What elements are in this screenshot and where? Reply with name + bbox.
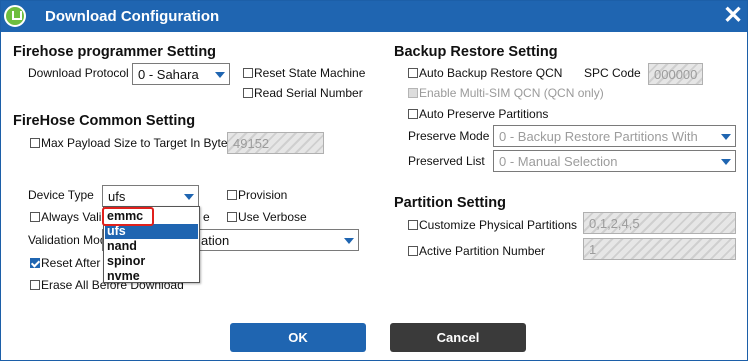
ok-button[interactable]: OK — [230, 323, 366, 352]
preserved-list-value: 0 - Manual Selection — [499, 154, 618, 169]
use-verbose-label: Use Verbose — [238, 210, 307, 224]
download-protocol-value: 0 - Sahara — [138, 67, 199, 82]
auto-preserve-partitions-checkbox[interactable]: Auto Preserve Partitions — [408, 107, 548, 121]
preserve-mode-select[interactable]: 0 - Backup Restore Partitions With — [493, 125, 736, 147]
checkbox-icon — [30, 138, 40, 148]
chevron-down-icon — [215, 72, 225, 78]
checkbox-icon — [408, 220, 418, 230]
active-partition-number-label: Active Partition Number — [419, 244, 546, 258]
device-type-option[interactable]: spinor — [105, 254, 198, 269]
checkbox-icon — [408, 88, 418, 98]
title-bar: Download Configuration ✕ — [1, 1, 747, 32]
chevron-down-icon — [184, 194, 194, 200]
customize-physical-partitions-checkbox[interactable]: Customize Physical Partitions — [408, 218, 577, 232]
active-partition-number-input[interactable]: 1 — [583, 238, 736, 260]
enable-multi-sim-checkbox[interactable]: Enable Multi-SIM QCN (QCN only) — [408, 86, 604, 100]
checkbox-icon — [243, 68, 253, 78]
download-arrow-icon — [4, 5, 26, 27]
highlight-box — [102, 207, 154, 226]
chevron-down-icon — [344, 238, 354, 244]
use-verbose-checkbox[interactable]: Use Verbose — [227, 210, 307, 224]
customize-physical-partitions-label: Customize Physical Partitions — [419, 218, 578, 232]
close-icon[interactable]: ✕ — [720, 3, 746, 29]
device-type-option[interactable]: nvme — [105, 269, 198, 284]
max-payload-label: Max Payload Size to Target In Byte — [41, 136, 228, 150]
chevron-down-icon — [721, 159, 731, 165]
chevron-down-icon — [721, 134, 731, 140]
download-configuration-dialog: Download Configuration ✕ Firehose progra… — [0, 0, 748, 361]
cancel-button[interactable]: Cancel — [390, 323, 526, 352]
always-validate-label-tail: e — [203, 210, 210, 224]
checkbox-icon — [408, 246, 418, 256]
checkbox-icon — [408, 109, 418, 119]
always-validate-checkbox[interactable]: Always Vali — [30, 210, 101, 224]
dialog-title: Download Configuration — [45, 8, 220, 25]
provision-label: Provision — [238, 188, 288, 202]
firehose-common-heading: FireHose Common Setting — [13, 113, 196, 129]
validation-mode-label: Validation Mode — [28, 233, 114, 247]
download-protocol-label: Download Protocol — [28, 66, 129, 80]
spc-code-label: SPC Code — [584, 66, 641, 80]
device-type-option-selected[interactable]: ufs — [105, 224, 198, 239]
physical-partitions-input[interactable]: 0,1,2,4,5 — [583, 212, 736, 234]
read-serial-number-checkbox[interactable]: Read Serial Number — [243, 86, 363, 100]
auto-backup-qcn-checkbox[interactable]: Auto Backup Restore QCN — [408, 66, 562, 80]
preserved-list-select[interactable]: 0 - Manual Selection — [493, 150, 736, 172]
max-payload-input[interactable]: 49152 — [227, 132, 324, 154]
firehose-programmer-heading: Firehose programmer Setting — [13, 44, 217, 60]
read-serial-number-label: Read Serial Number — [254, 86, 363, 100]
preserve-mode-label: Preserve Mode — [408, 129, 490, 143]
preserve-mode-value: 0 - Backup Restore Partitions With — [499, 129, 698, 144]
checkbox-icon — [227, 190, 237, 200]
device-type-option[interactable]: nand — [105, 239, 198, 254]
always-validate-label: Always Vali — [41, 210, 102, 224]
preserved-list-label: Preserved List — [408, 154, 485, 168]
spc-code-input[interactable]: 000000 — [648, 63, 703, 85]
provision-checkbox[interactable]: Provision — [227, 188, 287, 202]
checkbox-checked-icon — [30, 258, 40, 268]
device-type-value: ufs — [108, 189, 126, 204]
backup-restore-heading: Backup Restore Setting — [394, 44, 558, 60]
checkbox-icon — [30, 280, 40, 290]
checkbox-icon — [408, 68, 418, 78]
device-type-label: Device Type — [28, 188, 94, 202]
active-partition-number-checkbox[interactable]: Active Partition Number — [408, 244, 545, 258]
reset-state-machine-label: Reset State Machine — [254, 66, 366, 80]
validation-mode-value: ation — [201, 233, 230, 248]
auto-backup-qcn-label: Auto Backup Restore QCN — [419, 66, 563, 80]
partition-setting-heading: Partition Setting — [394, 195, 506, 211]
reset-after-download-label: Reset After D — [41, 256, 113, 270]
auto-preserve-partitions-label: Auto Preserve Partitions — [419, 107, 549, 121]
enable-multi-sim-label: Enable Multi-SIM QCN (QCN only) — [419, 86, 604, 100]
download-protocol-select[interactable]: 0 - Sahara — [132, 63, 230, 85]
reset-state-machine-checkbox[interactable]: Reset State Machine — [243, 66, 365, 80]
checkbox-icon — [30, 212, 40, 222]
checkbox-icon — [227, 212, 237, 222]
device-type-select[interactable]: ufs — [102, 185, 199, 207]
max-payload-checkbox[interactable]: Max Payload Size to Target In Byte — [30, 136, 228, 150]
checkbox-icon — [243, 88, 253, 98]
reset-after-download-checkbox[interactable]: Reset After D — [30, 256, 112, 270]
